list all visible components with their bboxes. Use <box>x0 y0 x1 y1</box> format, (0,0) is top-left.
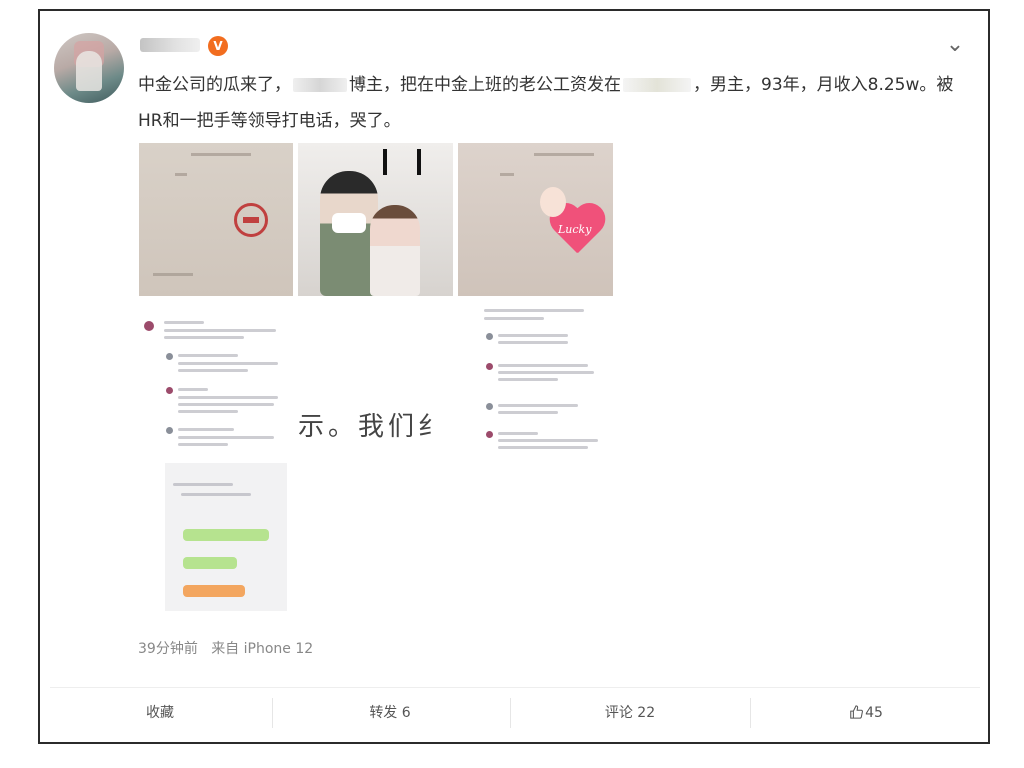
post-image-3[interactable]: Lucky <box>458 143 613 296</box>
verified-badge-icon: V <box>208 36 228 56</box>
post-image-1[interactable] <box>139 143 293 296</box>
wall-graphic <box>383 149 421 175</box>
comment-line <box>178 369 248 372</box>
redacted-text <box>293 78 347 92</box>
post-meta: 39分钟前 来自 iPhone 12 <box>138 638 313 658</box>
post-text-part1: 中金公司的瓜来了， <box>138 75 291 95</box>
comment-line <box>164 321 204 324</box>
divider <box>272 698 273 728</box>
comment-line <box>498 334 568 337</box>
face-mask <box>332 213 366 233</box>
weibo-post-card: V ⌄ 中金公司的瓜来了， 博主，把在中金上班的老公工资发在 ，男主，93年，月收入… <box>38 9 990 744</box>
image-text-line <box>175 173 187 176</box>
lucky-label: Lucky <box>558 223 592 236</box>
like-count: 45 <box>865 705 883 721</box>
commenter-avatar <box>166 387 173 394</box>
post-source[interactable]: 来自 iPhone 12 <box>211 641 313 657</box>
seal-stamp <box>234 203 268 237</box>
favorite-label: 收藏 <box>146 705 174 721</box>
commenter-avatar <box>486 363 493 370</box>
post-image-4-comment-screenshot[interactable] <box>140 309 290 459</box>
image-text-line <box>534 153 594 156</box>
comment-line <box>178 362 278 365</box>
comment-line <box>484 317 544 320</box>
comment-line <box>178 428 234 431</box>
comment-line <box>178 354 238 357</box>
chat-bubble <box>183 529 269 541</box>
chat-line <box>181 493 251 496</box>
comment-line <box>164 329 276 332</box>
thumbs-up-icon <box>850 705 864 719</box>
repost-label: 转发 6 <box>369 705 411 721</box>
commenter-avatar <box>166 427 173 434</box>
comment-line <box>498 411 558 414</box>
commenter-avatar <box>144 321 154 331</box>
comment-line <box>498 378 558 381</box>
comment-line <box>178 443 228 446</box>
comment-line <box>178 396 278 399</box>
favorite-button[interactable]: 收藏 <box>50 688 270 738</box>
chat-bubble <box>183 585 245 597</box>
repost-button[interactable]: 转发 6 <box>274 688 506 738</box>
avatar[interactable] <box>54 33 124 103</box>
redacted-text <box>623 78 691 92</box>
action-bar: 收藏 转发 6 评论 22 45 <box>50 687 980 738</box>
comment-line <box>498 404 578 407</box>
image-text-line <box>500 173 514 176</box>
image-overlay-text: 示。我们纟 <box>298 412 449 442</box>
author-name-blurred[interactable] <box>140 38 200 52</box>
chat-bubble <box>183 557 237 569</box>
comment-line <box>498 364 588 367</box>
photo-person-woman <box>370 205 420 296</box>
comment-line <box>178 403 274 406</box>
comment-line <box>498 432 538 435</box>
comment-line <box>484 309 584 312</box>
comment-button[interactable]: 评论 22 <box>512 688 748 738</box>
chat-line <box>173 483 233 486</box>
image-text-line <box>153 273 193 276</box>
post-image-5-chat-screenshot[interactable] <box>165 463 287 611</box>
commenter-avatar <box>166 353 173 360</box>
comment-line <box>498 439 598 442</box>
avatar-figure <box>76 51 102 91</box>
like-button[interactable]: 45 <box>752 688 980 738</box>
comment-line <box>178 388 208 391</box>
bear-sticker <box>540 187 566 217</box>
commenter-avatar <box>486 333 493 340</box>
comment-line <box>498 341 568 344</box>
comment-label: 评论 22 <box>604 705 656 721</box>
post-text: 中金公司的瓜来了， 博主，把在中金上班的老公工资发在 ，男主，93年，月收入8.25… <box>138 67 958 139</box>
comment-line <box>178 436 274 439</box>
post-image-6-comment-screenshot[interactable] <box>480 299 614 465</box>
comment-line <box>498 371 594 374</box>
comment-line <box>498 446 588 449</box>
image-text-line <box>191 153 251 156</box>
commenter-avatar <box>486 431 493 438</box>
post-text-part2: 博主，把在中金上班的老公工资发在 <box>349 75 621 95</box>
chevron-down-icon[interactable]: ⌄ <box>942 34 968 56</box>
comment-line <box>178 410 238 413</box>
comment-line <box>164 336 244 339</box>
commenter-avatar <box>486 403 493 410</box>
divider <box>750 698 751 728</box>
divider <box>510 698 511 728</box>
post-time: 39分钟前 <box>138 641 198 657</box>
post-image-2[interactable] <box>298 143 453 296</box>
